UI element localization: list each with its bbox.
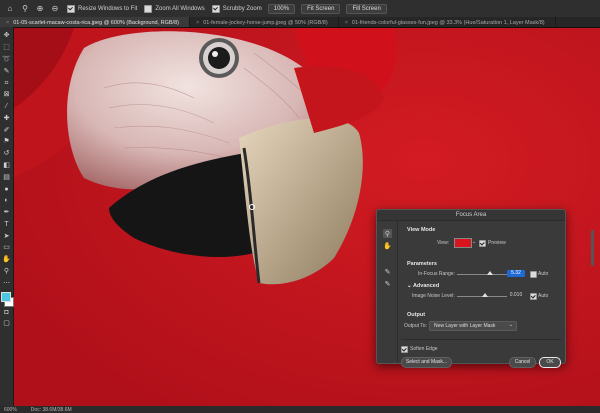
screen-mode-icon[interactable]: ▢ (2, 319, 11, 328)
quick-mask-icon[interactable]: ◘ (2, 308, 11, 317)
output-to-label: Output To: (404, 323, 427, 329)
zoom-all-windows-label: Zoom All Windows (155, 5, 205, 12)
zoom-tool-icon[interactable]: ⚲ (383, 229, 392, 238)
image-noise-slider-thumb[interactable] (481, 293, 488, 297)
document-tabs: × 01-05-scarlet-macaw-costa-rica.jpeg @ … (0, 17, 600, 28)
zoom-out-icon[interactable]: ⊖ (50, 4, 60, 14)
in-focus-auto-label: Auto (538, 271, 549, 277)
tab-document-2[interactable]: × 01-female-jockey-horse-jump.jpeg @ 50%… (190, 17, 339, 27)
quick-select-tool-icon[interactable]: ✎ (2, 67, 11, 76)
dialog-title[interactable]: Focus Area (377, 210, 565, 221)
checkbox-icon (67, 4, 75, 13)
preview-checkbox[interactable] (479, 240, 486, 247)
image-noise-auto-label: Auto (538, 293, 549, 299)
healing-brush-tool-icon[interactable]: ✚ (2, 114, 11, 123)
fill-screen-button[interactable]: Fill Screen (346, 3, 387, 14)
zoom-tool-icon[interactable]: ⚲ (20, 4, 30, 14)
tools-panel: ✥ ⬚ ➰ ✎ ⌗ ⊠ ⁄ ✚ ✐ ⚑ ↺ ◧ ▤ ● ◐ ✒ T ➤ ▭ ✋ … (0, 27, 14, 410)
type-tool-icon[interactable]: T (2, 220, 11, 229)
view-label: View: (437, 240, 450, 246)
status-bar: 600% Doc: 38.6M/38.6M (0, 406, 600, 413)
divider (401, 339, 561, 340)
close-icon[interactable]: × (345, 20, 348, 26)
lasso-tool-icon[interactable]: ➰ (2, 55, 11, 64)
clone-stamp-tool-icon[interactable]: ⚑ (2, 137, 11, 146)
in-focus-range-slider-thumb[interactable] (487, 271, 493, 275)
hand-tool-icon[interactable]: ✋ (2, 255, 11, 264)
doc-info[interactable]: Doc: 38.6M/38.6M (31, 407, 72, 413)
zoom-100-button[interactable]: 100% (267, 3, 296, 14)
dodge-tool-icon[interactable]: ◐ (2, 196, 11, 205)
output-heading: Output (407, 312, 426, 318)
parameters-heading: Parameters (407, 261, 437, 267)
advanced-heading: Advanced (412, 283, 440, 289)
hand-tool-icon[interactable]: ✋ (383, 241, 392, 250)
focus-area-dialog: Focus Area ⚲ ✋ ✎ ✎ View Mode View: ⌄ Pre… (376, 209, 566, 368)
close-icon[interactable]: × (196, 20, 199, 26)
preview-label: Preview (488, 240, 506, 246)
tab-label: 01-female-jockey-horse-jump.jpeg @ 50% (… (203, 20, 328, 26)
fit-screen-button[interactable]: Fit Screen (301, 3, 341, 14)
soften-edge-checkbox[interactable] (401, 346, 408, 353)
zoom-in-icon[interactable]: ⊕ (35, 4, 45, 14)
frame-tool-icon[interactable]: ⊠ (2, 90, 11, 99)
vertical-scrollbar[interactable] (591, 230, 594, 266)
zoom-tool-icon[interactable]: ⚲ (2, 267, 11, 276)
chevron-down-icon: ⌄ (407, 283, 412, 289)
chevron-down-icon[interactable]: ⌄ (472, 239, 476, 245)
crop-tool-icon[interactable]: ⌗ (2, 79, 11, 88)
output-to-select[interactable]: New Layer with Layer Mask (429, 321, 517, 331)
focus-area-subtract-tool-icon[interactable]: ✎ (383, 279, 392, 288)
zoom-all-windows-checkbox[interactable]: Zoom All Windows (144, 4, 205, 13)
resize-windows-label: Resize Windows to Fit (78, 5, 138, 12)
soften-edge-label: Soften Edge (410, 346, 438, 352)
blur-tool-icon[interactable]: ● (2, 185, 11, 194)
history-brush-tool-icon[interactable]: ↺ (2, 149, 11, 158)
brush-tool-icon[interactable]: ✐ (2, 126, 11, 135)
resize-windows-checkbox[interactable]: Resize Windows to Fit (67, 4, 138, 13)
gradient-tool-icon[interactable]: ▤ (2, 173, 11, 182)
eyedropper-tool-icon[interactable]: ⁄ (2, 102, 11, 111)
checkbox-icon (211, 4, 220, 13)
tab-document-1[interactable]: × 01-05-scarlet-macaw-costa-rica.jpeg @ … (0, 17, 190, 27)
view-mode-heading: View Mode (407, 227, 436, 233)
move-tool-icon[interactable]: ✥ (2, 31, 11, 40)
color-swatches[interactable] (1, 292, 14, 308)
eraser-tool-icon[interactable]: ◧ (2, 161, 11, 170)
focus-area-add-tool-icon[interactable]: ✎ (383, 267, 392, 276)
scrubby-zoom-label: Scrubby Zoom (222, 5, 262, 12)
cancel-button[interactable]: Cancel (509, 357, 536, 368)
ok-button[interactable]: OK (539, 357, 561, 368)
advanced-toggle[interactable]: ⌄ Advanced (407, 283, 439, 289)
more-tools-icon[interactable]: ⋯ (2, 279, 11, 288)
path-selection-tool-icon[interactable]: ➤ (2, 232, 11, 241)
rectangle-tool-icon[interactable]: ▭ (2, 243, 11, 252)
select-and-mask-button[interactable]: Select and Mask... (401, 357, 452, 368)
marquee-tool-icon[interactable]: ⬚ (2, 43, 11, 52)
tab-label: 01-friends-colorful-glasses-fun.jpeg @ 3… (351, 20, 545, 26)
in-focus-range-slider[interactable] (457, 274, 507, 275)
tab-document-3[interactable]: × 01-friends-colorful-glasses-fun.jpeg @… (339, 17, 556, 27)
scrubby-zoom-checkbox[interactable]: Scrubby Zoom (211, 4, 262, 13)
zoom-level[interactable]: 600% (4, 407, 17, 413)
dialog-body: View Mode View: ⌄ Preview Parameters In-… (401, 221, 561, 368)
tab-label: 01-05-scarlet-macaw-costa-rica.jpeg @ 60… (13, 20, 179, 26)
image-noise-input[interactable]: 0.010 (507, 292, 525, 299)
view-mode-select[interactable] (454, 238, 472, 248)
checkbox-icon (144, 4, 153, 13)
foreground-color-swatch[interactable] (1, 292, 11, 303)
close-icon[interactable]: × (6, 20, 9, 26)
dialog-tool-strip: ⚲ ✋ ✎ ✎ (377, 221, 398, 362)
in-focus-range-input[interactable]: 5.32 (507, 270, 525, 277)
options-bar: ⌂ ⚲ ⊕ ⊖ Resize Windows to Fit Zoom All W… (0, 0, 600, 18)
image-noise-auto-checkbox[interactable] (530, 293, 537, 300)
pen-tool-icon[interactable]: ✒ (2, 208, 11, 217)
home-icon[interactable]: ⌂ (5, 4, 15, 14)
image-noise-level-label: Image Noise Level: (412, 293, 455, 299)
in-focus-range-label: In-Focus Range: (418, 271, 455, 277)
in-focus-auto-checkbox[interactable] (530, 271, 537, 278)
